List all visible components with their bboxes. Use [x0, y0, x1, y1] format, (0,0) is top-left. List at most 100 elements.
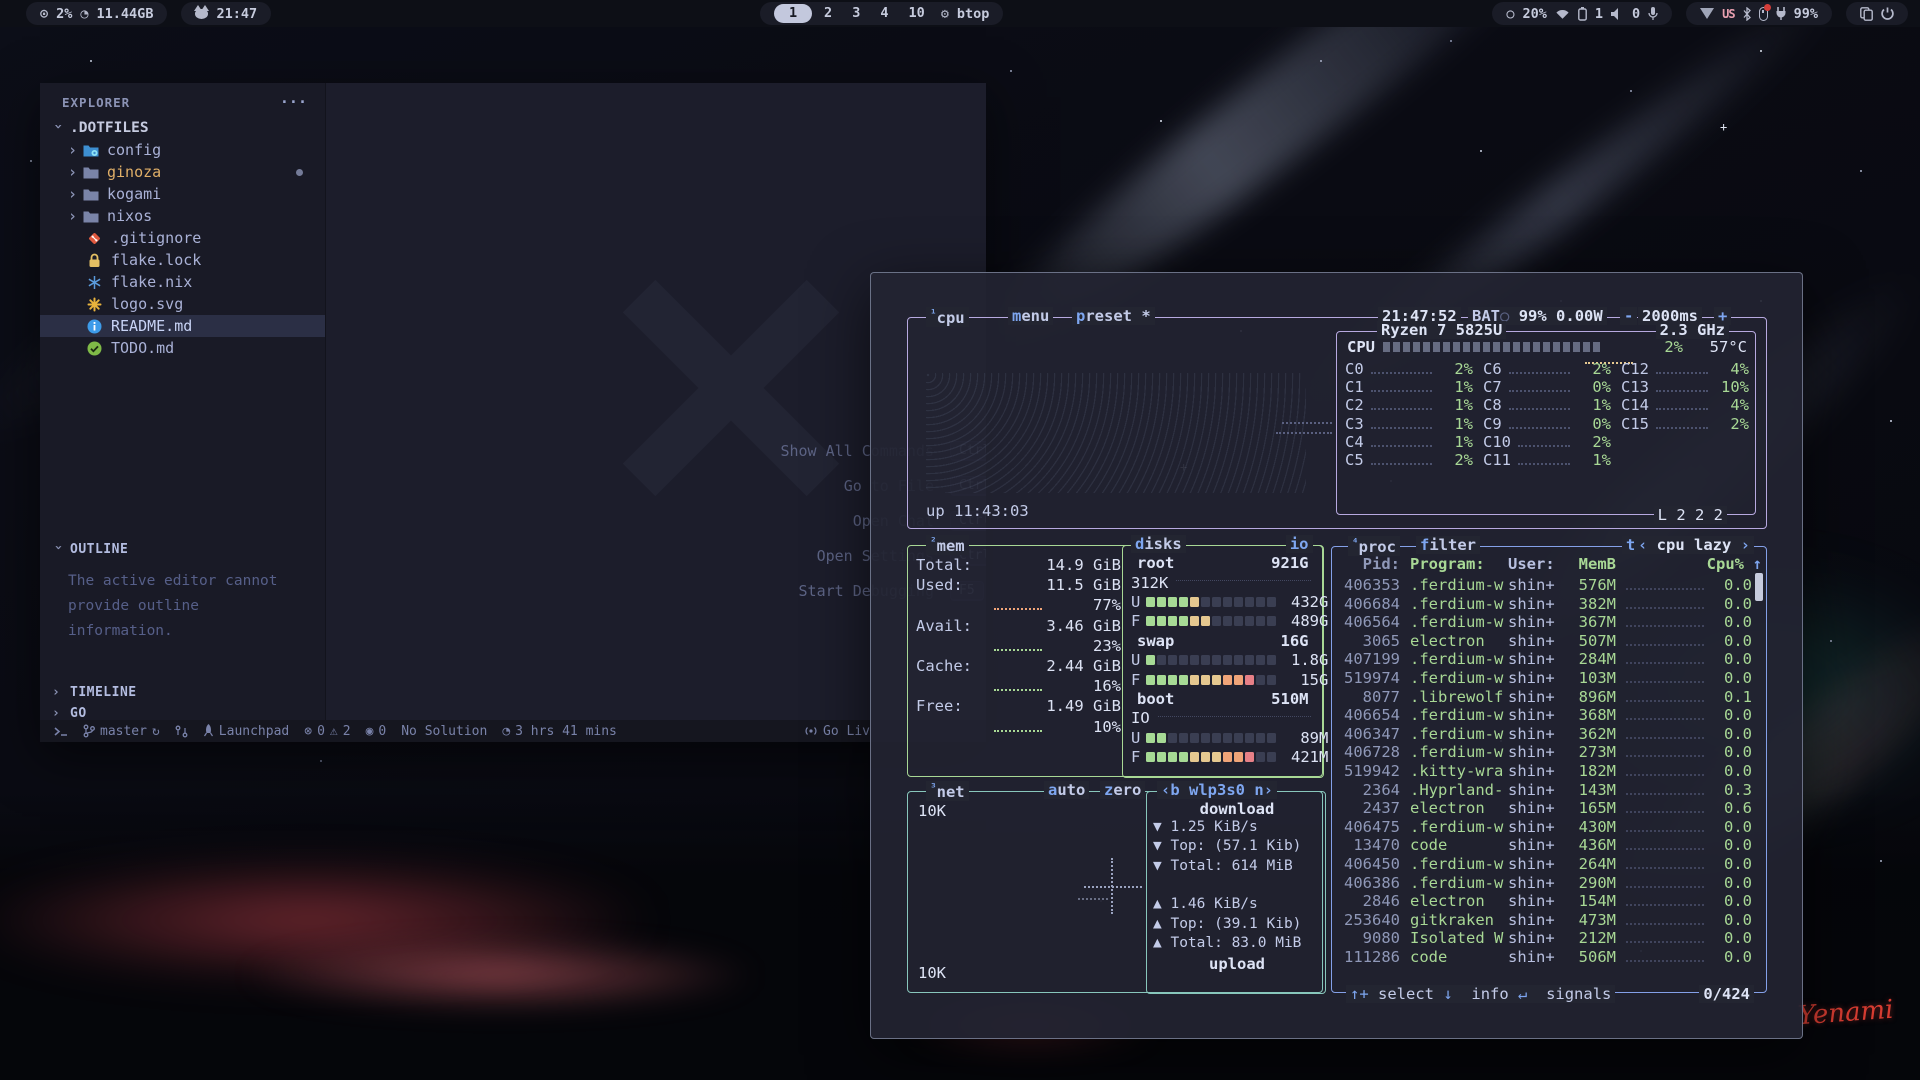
- select-up-key[interactable]: ↑+: [1350, 985, 1369, 1003]
- broadcast-tower-icon: [804, 725, 818, 737]
- process-row[interactable]: 9080 Isolated W shin+ 212M 0.0: [1336, 929, 1752, 948]
- git-compare-item[interactable]: [175, 725, 188, 738]
- sort-prev[interactable]: ‹: [1638, 536, 1647, 554]
- tree-item[interactable]: › flake.lock: [40, 249, 325, 271]
- go-header[interactable]: › GO: [40, 702, 325, 725]
- process-row[interactable]: 2846 electron shin+ 154M 0.0: [1336, 892, 1752, 911]
- ports-item[interactable]: ◉ 0: [366, 724, 387, 739]
- process-row[interactable]: 111286 code shin+ 506M 0.0: [1336, 948, 1752, 967]
- tree-item[interactable]: › config: [40, 139, 325, 161]
- process-cpu: 0.0: [1712, 632, 1752, 650]
- preset-button[interactable]: preset *: [1072, 307, 1155, 325]
- tree-item[interactable]: › ginoza: [40, 161, 325, 183]
- net-auto-button[interactable]: auto: [1044, 781, 1089, 799]
- cpu-box-title[interactable]: ¹cpu: [926, 307, 969, 327]
- tree-item[interactable]: › README.md: [40, 315, 325, 337]
- clock-pill[interactable]: 21:47: [181, 2, 271, 25]
- timeline-header[interactable]: › TIMELINE: [40, 681, 325, 704]
- signals-key[interactable]: signals: [1546, 985, 1611, 1003]
- process-row[interactable]: 519974 .ferdium-w shin+ 103M 0.0: [1336, 669, 1752, 688]
- process-row[interactable]: 406684 .ferdium-w shin+ 382M 0.0: [1336, 595, 1752, 614]
- col-cpu[interactable]: Cpu%: [1704, 555, 1744, 573]
- net-box-title[interactable]: ³net: [926, 781, 969, 801]
- tree-item[interactable]: › logo.svg: [40, 293, 325, 315]
- process-mem: 362M: [1570, 725, 1616, 743]
- net-up-stat: ▲ Total: 83.0 MiB: [1153, 935, 1321, 954]
- net-zero-button[interactable]: zero: [1100, 781, 1145, 799]
- net-interface[interactable]: ‹b wlp3s0 n›: [1157, 781, 1277, 799]
- process-cpu: 0.0: [1712, 743, 1752, 761]
- mem-box-title[interactable]: ²mem: [926, 535, 969, 555]
- workspace-button[interactable]: 4: [872, 4, 896, 23]
- col-memb[interactable]: MemB: [1570, 555, 1616, 573]
- hardware-pill[interactable]: ○ 20% 1 0: [1492, 2, 1672, 25]
- disk-size: 16G: [1281, 632, 1309, 650]
- process-pid: 2846: [1336, 892, 1400, 910]
- col-user[interactable]: User:: [1508, 555, 1570, 573]
- time-tracked: 3 hrs 41 mins: [515, 724, 617, 739]
- vscode-main: EXPLORER ··· › .DOTFILES › config ›: [40, 83, 986, 720]
- tree-item[interactable]: › .gitignore: [40, 227, 325, 249]
- solution-item[interactable]: No Solution: [401, 724, 487, 739]
- power-icon[interactable]: [1881, 7, 1894, 20]
- workspace-button[interactable]: 1: [774, 4, 812, 23]
- process-row[interactable]: 253640 gitkraken shin+ 473M 0.0: [1336, 911, 1752, 930]
- process-row[interactable]: 406353 .ferdium-w shin+ 576M 0.0: [1336, 576, 1752, 595]
- git-branch-item[interactable]: master ↻: [83, 724, 160, 739]
- system-stats-pill[interactable]: ⊙ 2% ◔ 11.44GB: [26, 2, 167, 25]
- tree-item[interactable]: › nixos: [40, 205, 325, 227]
- process-row[interactable]: 407199 .ferdium-w shin+ 284M 0.0: [1336, 650, 1752, 669]
- tree-item[interactable]: › TODO.md: [40, 337, 325, 359]
- info-key[interactable]: info: [1471, 985, 1508, 1003]
- process-row[interactable]: 3065 electron shin+ 507M 0.0: [1336, 632, 1752, 651]
- workspace-button[interactable]: 2: [816, 4, 840, 23]
- process-name: Isolated W: [1400, 929, 1508, 947]
- col-program[interactable]: Program:: [1400, 555, 1508, 573]
- process-row[interactable]: 406564 .ferdium-w shin+ 367M 0.0: [1336, 613, 1752, 632]
- proc-box-title[interactable]: ⁴proc: [1348, 536, 1400, 556]
- problems-item[interactable]: ⊗ 0 ⚠ 2: [304, 724, 350, 739]
- tree-item[interactable]: › flake.nix: [40, 271, 325, 293]
- sort-mode-selector[interactable]: ‹ cpu lazy ›: [1634, 536, 1754, 554]
- tree-item[interactable]: › kogami: [40, 183, 325, 205]
- process-list: 406353 .ferdium-w shin+ 576M 0.0 406684 …: [1336, 576, 1752, 966]
- process-row[interactable]: 406728 .ferdium-w shin+ 273M 0.0: [1336, 743, 1752, 762]
- process-row[interactable]: 406450 .ferdium-w shin+ 264M 0.0: [1336, 855, 1752, 874]
- select-down-key[interactable]: ↓: [1443, 985, 1452, 1003]
- remote-indicator[interactable]: [54, 725, 68, 738]
- process-row[interactable]: 8077 .librewolf shin+ 896M 0.1: [1336, 688, 1752, 707]
- col-pid[interactable]: Pid:: [1336, 555, 1400, 573]
- root-folder[interactable]: › .DOTFILES: [40, 117, 325, 139]
- time-tracker-item[interactable]: ◔ 3 hrs 41 mins: [502, 724, 617, 739]
- launchpad-item[interactable]: Launchpad: [203, 724, 289, 739]
- process-row[interactable]: 406347 .ferdium-w shin+ 362M 0.0: [1336, 725, 1752, 744]
- speaker-muted-icon: [1611, 8, 1624, 20]
- process-row[interactable]: 406654 .ferdium-w shin+ 368M 0.0: [1336, 706, 1752, 725]
- disks-title[interactable]: disks: [1131, 535, 1186, 553]
- status-bar: ⊙ 2% ◔ 11.44GB 21:47 1 2 3 4 10: [0, 0, 1920, 27]
- process-row[interactable]: 2437 electron shin+ 165M 0.6: [1336, 799, 1752, 818]
- menu-button[interactable]: menu: [1008, 307, 1053, 325]
- process-row[interactable]: 519942 .kitty-wra shin+ 182M 0.0: [1336, 762, 1752, 781]
- chevron-right-icon: ›: [52, 685, 64, 700]
- sort-next[interactable]: ›: [1741, 536, 1750, 554]
- clipboard-icon[interactable]: [1860, 7, 1873, 21]
- workspace-button[interactable]: 3: [844, 4, 868, 23]
- interval-minus-button[interactable]: -: [1620, 307, 1637, 325]
- process-name: .ferdium-w: [1400, 669, 1508, 687]
- process-row[interactable]: 2364 .Hyprland- shin+ 143M 0.3: [1336, 781, 1752, 800]
- disk-used-row: U 1.8G: [1123, 650, 1323, 669]
- proc-scrollbar-thumb[interactable]: [1755, 573, 1763, 601]
- process-row[interactable]: 406475 .ferdium-w shin+ 430M 0.0: [1336, 818, 1752, 837]
- more-actions-button[interactable]: ···: [280, 93, 307, 111]
- go-live-item[interactable]: Go Liv: [804, 724, 870, 739]
- process-row[interactable]: 406386 .ferdium-w shin+ 290M 0.0: [1336, 874, 1752, 893]
- filter-button[interactable]: filter: [1416, 536, 1480, 554]
- process-row[interactable]: 13470 code shin+ 436M 0.0: [1336, 836, 1752, 855]
- workspace-button[interactable]: 10: [900, 4, 932, 23]
- download-label: download: [1153, 800, 1321, 819]
- io-toggle[interactable]: io: [1286, 535, 1313, 553]
- tray-pill[interactable]: US 99%: [1686, 2, 1832, 25]
- ports-count: 0: [378, 724, 386, 739]
- outline-header[interactable]: › OUTLINE: [40, 538, 325, 561]
